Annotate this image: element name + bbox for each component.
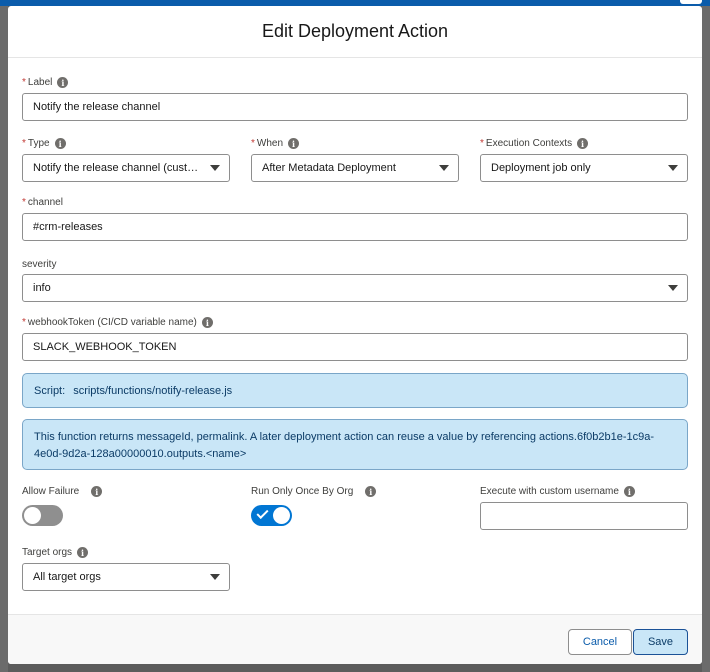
webhook-token-input-value: SLACK_WEBHOOK_TOKEN: [33, 341, 177, 353]
target-orgs-field-label: Target orgs i: [22, 547, 89, 558]
required-mark: *: [251, 138, 255, 149]
script-banner-label: Script:: [34, 384, 66, 397]
run-only-once-toggle[interactable]: [251, 505, 292, 526]
custom-username-input[interactable]: [480, 502, 688, 530]
target-orgs-select-value: All target orgs: [33, 571, 101, 583]
type-select-value: Notify the release channel (custom): [33, 162, 201, 174]
chevron-down-icon: [210, 165, 220, 171]
allow-failure-field-text: Allow Failure: [22, 486, 80, 497]
info-icon[interactable]: i: [77, 547, 89, 558]
webhook-token-input[interactable]: SLACK_WEBHOOK_TOKEN: [22, 333, 688, 361]
outputs-info-banner: This function returns messageId, permali…: [22, 419, 688, 470]
severity-field-text: severity: [22, 259, 57, 270]
severity-select-value: info: [33, 282, 51, 294]
allow-failure-toggle[interactable]: [22, 505, 63, 526]
type-field-text: Type: [27, 138, 50, 149]
info-icon[interactable]: i: [365, 486, 377, 497]
required-mark: *: [22, 317, 26, 328]
backdrop-right: [702, 0, 710, 672]
custom-username-field-label: Execute with custom username i: [480, 486, 635, 497]
backdrop-corner-tab: [680, 0, 702, 4]
execution-contexts-field-text: Execution Contexts: [485, 138, 573, 149]
save-button[interactable]: Save: [633, 629, 688, 655]
modal-title: Edit Deployment Action: [261, 21, 449, 41]
info-icon[interactable]: i: [91, 486, 103, 497]
channel-field-label: * channel: [22, 197, 63, 208]
backdrop-left: [0, 0, 8, 672]
type-select[interactable]: Notify the release channel (custom): [22, 154, 230, 182]
info-icon[interactable]: i: [54, 138, 66, 149]
severity-select[interactable]: info: [22, 274, 688, 302]
chevron-down-icon: [668, 285, 678, 291]
chevron-down-icon: [668, 165, 678, 171]
label-input[interactable]: Notify the release channel: [22, 93, 688, 121]
modal-body: * Label i Notify the release channel * T…: [8, 58, 702, 614]
modal-header: Edit Deployment Action: [8, 6, 702, 58]
execution-contexts-field-label: * Execution Contexts i: [480, 138, 589, 149]
required-mark: *: [22, 197, 26, 208]
label-field-label: * Label i: [22, 77, 69, 88]
when-field-label: * When i: [251, 138, 300, 149]
target-orgs-select[interactable]: All target orgs: [22, 563, 230, 591]
check-icon: [256, 506, 269, 520]
when-select[interactable]: After Metadata Deployment: [251, 154, 459, 182]
chevron-down-icon: [439, 165, 449, 171]
required-mark: *: [22, 138, 26, 149]
info-icon[interactable]: i: [201, 317, 213, 328]
chevron-down-icon: [210, 574, 220, 580]
cancel-button[interactable]: Cancel: [568, 629, 632, 655]
label-input-value: Notify the release channel: [33, 101, 161, 113]
type-field-label: * Type i: [22, 138, 66, 149]
info-icon[interactable]: i: [577, 138, 589, 149]
severity-field-label: severity: [22, 259, 56, 270]
edit-deployment-action-modal: Edit Deployment Action * Label i Notify …: [8, 6, 702, 664]
required-mark: *: [22, 77, 26, 88]
channel-field-text: channel: [27, 197, 63, 208]
execution-contexts-select[interactable]: Deployment job only: [480, 154, 688, 182]
script-banner: Script: scripts/functions/notify-release…: [22, 373, 688, 408]
custom-username-field-text: Execute with custom username: [480, 486, 619, 497]
webhook-token-field-text: webhookToken (CI/CD variable name): [27, 317, 197, 328]
webhook-token-field-label: * webhookToken (CI/CD variable name) i: [22, 317, 213, 328]
info-icon[interactable]: i: [57, 77, 69, 88]
info-banner-line-2: 4e0d-9d2a-128a00000010.outputs.<name>: [34, 448, 247, 460]
target-orgs-field-text: Target orgs: [22, 547, 73, 558]
channel-input[interactable]: #crm-releases: [22, 213, 688, 241]
channel-input-value: #crm-releases: [33, 221, 103, 233]
execution-contexts-select-value: Deployment job only: [491, 162, 591, 174]
info-banner-line-1: This function returns messageId, permali…: [34, 431, 655, 443]
info-icon[interactable]: i: [288, 138, 300, 149]
script-banner-path[interactable]: scripts/functions/notify-release.js: [73, 385, 232, 397]
run-only-once-field-label: Run Only Once By Org i: [251, 486, 377, 497]
allow-failure-field-label: Allow Failure i: [22, 486, 103, 497]
when-select-value: After Metadata Deployment: [262, 162, 396, 174]
required-mark: *: [480, 138, 484, 149]
modal-footer: Cancel Save: [8, 614, 702, 664]
run-only-once-field-text: Run Only Once By Org: [251, 486, 354, 497]
label-field-text: Label: [27, 77, 53, 88]
toggle-knob: [24, 507, 41, 524]
when-field-text: When: [256, 138, 284, 149]
toggle-knob: [273, 507, 290, 524]
info-icon[interactable]: i: [623, 486, 635, 497]
